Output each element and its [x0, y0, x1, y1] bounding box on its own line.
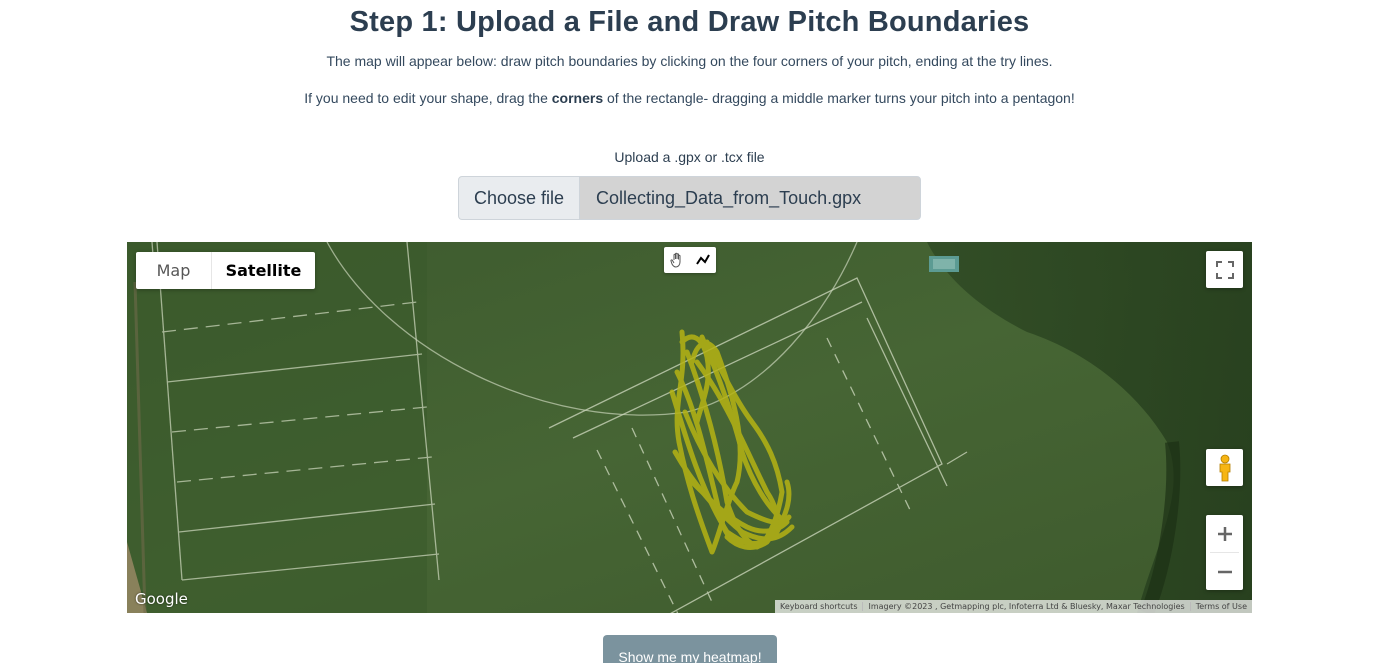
upload-label: Upload a .gpx or .tcx file: [614, 149, 765, 165]
keyboard-shortcuts-link[interactable]: Keyboard shortcuts: [775, 602, 862, 611]
fullscreen-icon[interactable]: [1206, 251, 1243, 288]
plus-icon: [1217, 526, 1232, 541]
pegman-icon[interactable]: [1206, 449, 1243, 486]
hand-icon[interactable]: [664, 247, 690, 273]
satellite-imagery: [127, 242, 1252, 613]
instruction-text: The map will appear below: draw pitch bo…: [326, 53, 1053, 69]
page-title: Step 1: Upload a File and Draw Pitch Bou…: [349, 6, 1030, 38]
edit-instruction-suffix: of the rectangle- dragging a middle mark…: [603, 90, 1075, 106]
zoom-control: [1206, 515, 1243, 590]
polyline-icon[interactable]: [690, 247, 716, 273]
map-type-control: Map Satellite: [136, 252, 315, 289]
edit-instruction-prefix: If you need to edit your shape, drag the: [304, 90, 552, 106]
show-heatmap-button[interactable]: Show me my heatmap!: [603, 635, 777, 663]
page: Step 1: Upload a File and Draw Pitch Bou…: [0, 0, 1379, 663]
zoom-in-button[interactable]: [1206, 515, 1243, 552]
edit-instruction-bold: corners: [551, 90, 604, 106]
imagery-credit: Imagery ©2023 , Getmapping plc, Infoterr…: [862, 602, 1189, 611]
edit-instruction-text: If you need to edit your shape, drag the…: [0, 90, 1379, 106]
drawing-toolbar: [664, 247, 716, 273]
map-attribution: Keyboard shortcuts Imagery ©2023 , Getma…: [775, 600, 1252, 613]
map-type-satellite-button[interactable]: Satellite: [212, 252, 315, 289]
minus-icon: [1217, 570, 1232, 573]
google-logo: Google: [135, 590, 188, 608]
choose-file-button[interactable]: Choose file: [459, 177, 580, 219]
terms-of-use-link[interactable]: Terms of Use: [1189, 602, 1252, 611]
map-view[interactable]: Map Satellite Google Keyboard shortcuts …: [127, 242, 1252, 613]
file-input[interactable]: Choose file Collecting_Data_from_Touch.g…: [458, 176, 921, 220]
zoom-out-button[interactable]: [1206, 553, 1243, 590]
selected-file-name: Collecting_Data_from_Touch.gpx: [596, 187, 862, 208]
map-type-map-button[interactable]: Map: [136, 252, 212, 289]
